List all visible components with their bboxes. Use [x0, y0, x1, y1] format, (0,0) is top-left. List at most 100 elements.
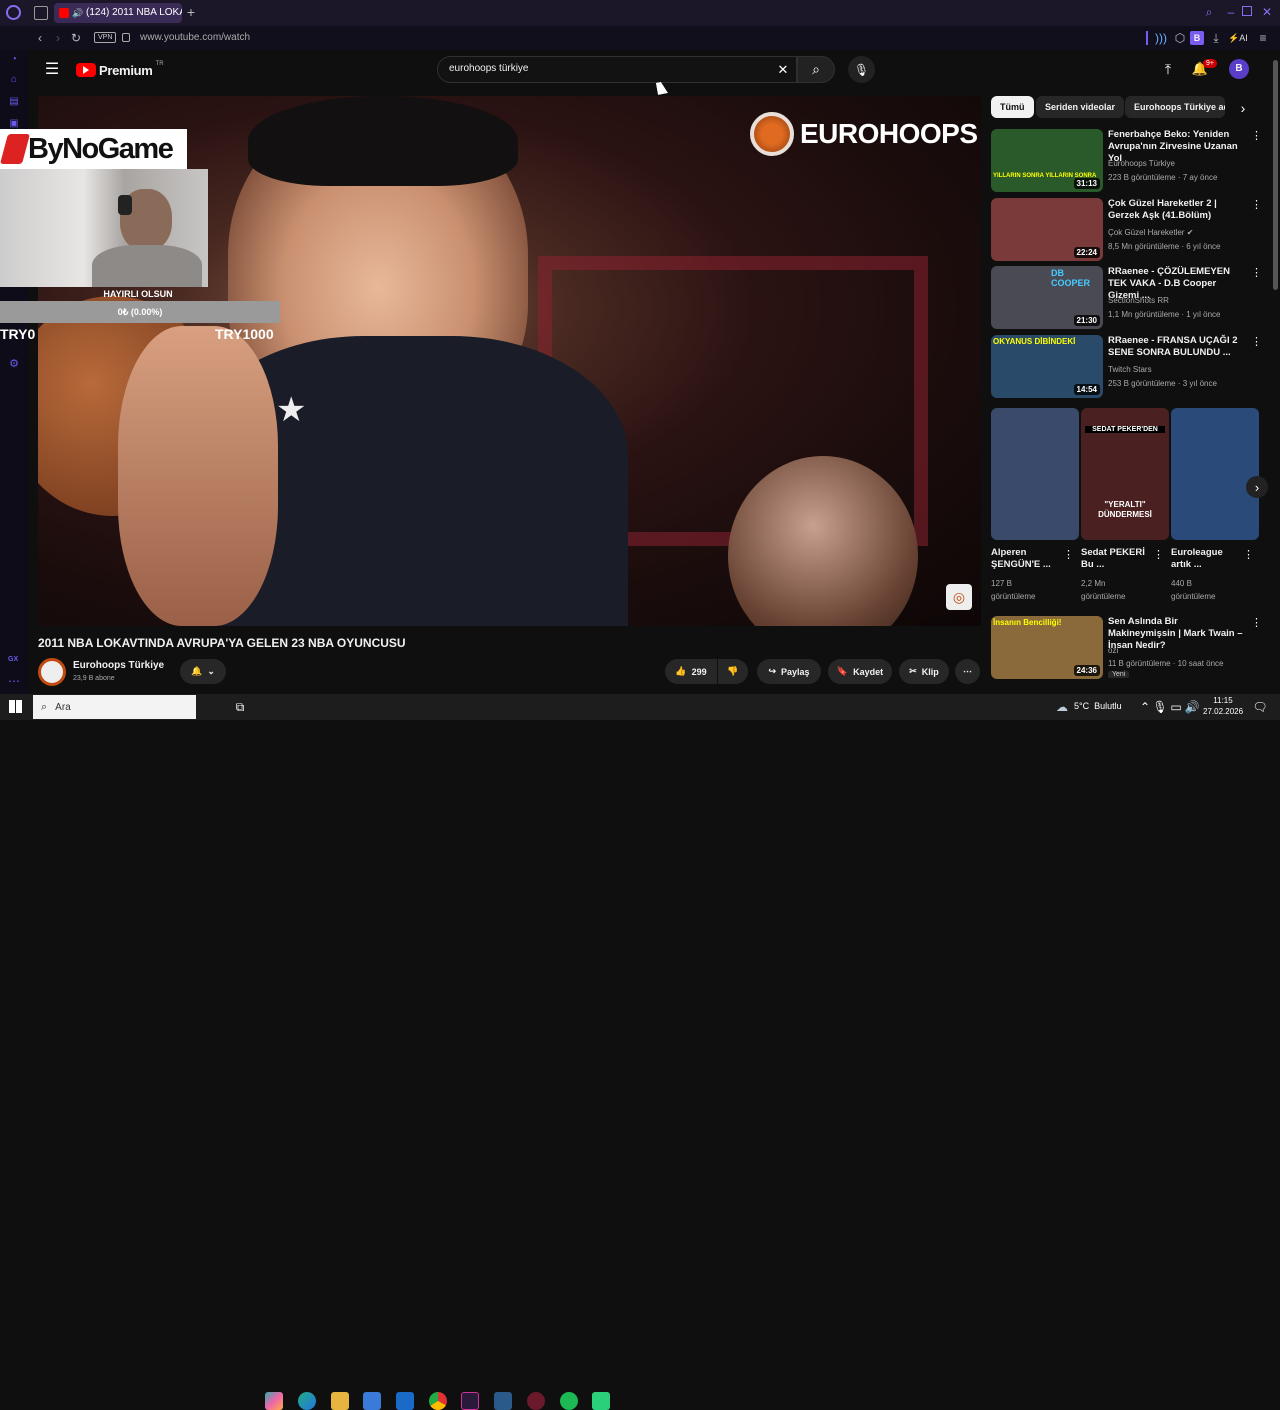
divider [1146, 31, 1148, 45]
short-more-icon[interactable]: ⋮ [1153, 548, 1164, 561]
like-button[interactable]: 👍 299 [665, 659, 717, 684]
chrome-icon[interactable] [429, 1392, 447, 1410]
copilot-icon[interactable] [265, 1392, 283, 1410]
short-item[interactable]: Euroleague artık ... 440 B görüntüleme ⋮ [1171, 408, 1259, 608]
profile-badge[interactable]: B [1190, 31, 1204, 45]
rec-more-icon[interactable]: ⋮ [1251, 198, 1262, 211]
task-view-icon[interactable]: ⧉ [233, 700, 247, 714]
opera-gx-taskbar-icon[interactable] [527, 1392, 545, 1410]
spotify-icon[interactable] [560, 1392, 578, 1410]
clear-search-icon[interactable]: ✕ [776, 62, 790, 78]
more-actions-button[interactable]: ⋯ [955, 659, 980, 684]
store-icon[interactable] [363, 1392, 381, 1410]
menu-icon[interactable]: ≡ [1256, 31, 1270, 45]
new-tab-button[interactable]: + [184, 4, 198, 20]
gx-label[interactable]: GX [8, 656, 18, 663]
subscribe-bell-button[interactable]: 🔔 ⌄ [180, 659, 226, 684]
chips-next-icon[interactable]: › [1236, 100, 1250, 116]
cloud-icon[interactable]: ☁ [1054, 699, 1070, 715]
clip-label: Klip [921, 666, 939, 677]
chip-all[interactable]: Tümü [991, 96, 1034, 118]
account-avatar[interactable]: B [1229, 59, 1249, 79]
eurohoops-wordmark: EUROHOOPS [800, 118, 978, 149]
extensions-icon[interactable]: ⬡ [1173, 31, 1187, 45]
chip-channel[interactable]: Eurohoops Türkiye ad [1125, 96, 1225, 118]
guide-menu-icon[interactable]: ☰ [44, 60, 60, 78]
download-icon[interactable]: ⤓ [1209, 31, 1223, 45]
speaker-icon[interactable]: 🔊 [72, 3, 83, 23]
search-button[interactable]: ⌕ [797, 56, 835, 83]
workspaces-icon[interactable] [34, 6, 48, 20]
clock-date[interactable]: 27.02.2026 [1203, 707, 1243, 716]
file-explorer-icon[interactable] [331, 1392, 349, 1410]
rec-channel: ozi [1108, 646, 1119, 655]
opera-gx-logo-icon[interactable] [6, 5, 21, 20]
bag-icon[interactable]: ⌂ [7, 72, 21, 86]
more-icon[interactable]: ⋯ [7, 674, 21, 688]
page-scrollbar[interactable] [1273, 60, 1278, 290]
forward-icon[interactable]: › [52, 31, 64, 45]
vegas-icon[interactable] [461, 1392, 479, 1410]
rec-thumb-text: DB COOPER [1051, 268, 1091, 288]
notification-center-icon[interactable]: 🗨 [1252, 699, 1268, 715]
rec-item[interactable]: İnsanın Bencilliği! 24:36 Sen Aslında Bi… [991, 616, 1266, 682]
app-icon[interactable] [494, 1392, 512, 1410]
channel-name[interactable]: Eurohoops Türkiye [73, 660, 164, 671]
rec-more-icon[interactable]: ⋮ [1251, 266, 1262, 279]
search-tabs-icon[interactable]: ⌕ [1202, 5, 1216, 19]
search-input[interactable]: eurohoops türkiye [449, 63, 529, 74]
search-box[interactable]: eurohoops türkiye ✕ [437, 56, 797, 83]
channel-avatar[interactable] [38, 658, 66, 686]
dislike-button[interactable]: 👎 [718, 659, 748, 684]
reload-icon[interactable]: ↻ [70, 31, 82, 45]
weather-text[interactable]: 5°C Bulutlu [1074, 701, 1122, 711]
chip-series[interactable]: Seriden videolar [1036, 96, 1125, 118]
close-window-icon[interactable]: ✕ [1260, 5, 1274, 19]
share-button[interactable]: ↪ Paylaş [757, 659, 821, 684]
short-more-icon[interactable]: ⋮ [1063, 548, 1074, 561]
network-icon[interactable]: ▭ [1170, 700, 1182, 714]
maximize-icon[interactable] [1242, 6, 1252, 16]
wireless-icon[interactable]: ))) [1154, 31, 1168, 45]
jersey-star-icon: ★ [276, 391, 307, 429]
minimize-icon[interactable]: – [1224, 5, 1238, 19]
outlook-icon[interactable] [396, 1392, 414, 1410]
clip-button[interactable]: ✂ Klip [899, 659, 949, 684]
voice-search-icon[interactable]: 🎙 [848, 56, 875, 83]
short-more-icon[interactable]: ⋮ [1243, 548, 1254, 561]
save-button[interactable]: 🔖 Kaydet [828, 659, 892, 684]
short-item[interactable]: Alperen ŞENGÜN'E ... 127 B görüntüleme ⋮ [991, 408, 1079, 608]
lock-icon[interactable] [122, 33, 130, 42]
edge-icon[interactable] [298, 1392, 316, 1410]
messenger-icon[interactable]: ▣ [7, 116, 21, 130]
upload-icon[interactable]: ⤒ [1160, 60, 1176, 78]
url-field[interactable]: www.youtube.com/watch [140, 31, 250, 45]
rec-item[interactable]: YILLARIN SONRA YILLARIN SONRA 31:13 Fene… [991, 129, 1266, 193]
rec-item[interactable]: OKYANUS DİBİNDEKİ 14:54 RRaenee - FRANSA… [991, 335, 1266, 399]
microphone-icon[interactable]: 🎙 [1152, 700, 1167, 714]
shorts-next-icon[interactable]: › [1246, 476, 1268, 498]
app-green-icon[interactable] [592, 1392, 610, 1410]
volume-icon[interactable]: 🔊 [1185, 700, 1200, 714]
rec-more-icon[interactable]: ⋮ [1251, 335, 1262, 348]
speed-dial-icon[interactable]: ◔ [7, 52, 21, 66]
rec-more-icon[interactable]: ⋮ [1251, 129, 1262, 142]
back-icon[interactable]: ‹ [34, 31, 46, 45]
windows-start-icon[interactable] [9, 700, 22, 713]
twitch-icon[interactable]: ▤ [7, 94, 21, 108]
rec-item[interactable]: 22:24 Çok Güzel Hareketler 2 | Gerzek Aş… [991, 198, 1266, 262]
tray-chevron-icon[interactable]: ⌃ [1140, 700, 1150, 714]
channel-watermark-icon[interactable]: ◎ [946, 584, 972, 610]
rec-item[interactable]: DB COOPER 21:30 RRaenee - ÇÖZÜLEMEYEN TE… [991, 266, 1266, 330]
clock-time[interactable]: 11:15 [1205, 696, 1241, 705]
ai-button[interactable]: ⚡AI [1228, 31, 1248, 45]
vpn-badge[interactable]: VPN [94, 32, 117, 43]
rec-more-icon[interactable]: ⋮ [1251, 616, 1262, 629]
share-icon: ↪ [768, 666, 776, 676]
youtube-logo[interactable]: Premium TR [76, 61, 164, 79]
short-item[interactable]: SEDAT PEKER'DEN "YERALTI" DÜNDERMESİ Sed… [1081, 408, 1169, 608]
short-views-label: görüntüleme [991, 592, 1036, 601]
taskbar-search-box[interactable]: ⌕ Ara [33, 695, 196, 719]
settings-icon[interactable]: ⚙ [7, 356, 21, 370]
active-tab[interactable]: 🔊 (124) 2011 NBA LOKAV [54, 3, 182, 23]
